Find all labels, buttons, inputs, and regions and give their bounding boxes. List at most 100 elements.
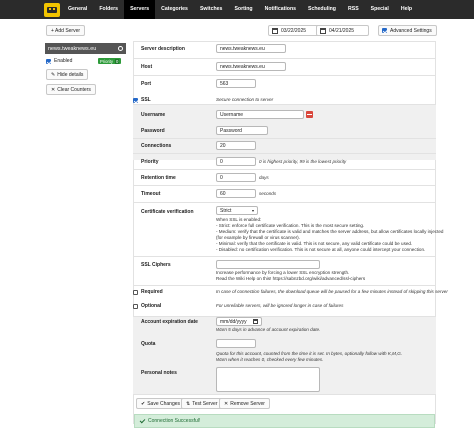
nav-scheduling[interactable]: Scheduling [302,0,342,19]
optional-row: Optional [133,303,161,309]
required-hint: In case of connection failures, the down… [216,289,448,294]
cert-verification-select[interactable]: Strict ▾ [216,206,258,215]
advanced-settings-checkbox[interactable] [382,28,387,33]
nav-switches[interactable]: Switches [194,0,229,19]
row-divider [133,138,436,139]
optional-hint: For unreliable servers, will be ignored … [216,303,344,308]
priority-hint: 0 is highest priority, 99 is the lowest … [259,159,347,164]
enabled-label: Enabled [54,58,73,64]
nav-general[interactable]: General [62,0,93,19]
optional-checkbox[interactable] [133,303,138,309]
save-changes-button[interactable]: ✔ Save Changes [136,398,186,409]
hide-details-label: Hide details [57,71,84,78]
required-row: Required [133,289,163,295]
cert-verification-value: Strict [220,207,232,214]
advanced-settings-toggle[interactable]: Advanced Settings [378,25,437,36]
password-input[interactable]: Password [216,126,268,135]
enabled-row: Enabled [46,58,72,64]
ssl-ciphers-input[interactable] [216,260,320,269]
row-divider [133,394,436,395]
top-navigation: General Folders Servers Categories Switc… [0,0,474,19]
nav-sorting[interactable]: Sorting [228,0,258,19]
server-description-input[interactable]: news.tweaknews.eu [216,44,286,53]
check-icon [140,419,145,424]
required-label: Required [141,289,163,295]
power-toggle-icon[interactable] [118,46,123,51]
priority-label: Priority [141,159,159,165]
password-label: Password [141,128,165,134]
connection-status-message: Connection Successful! [148,418,201,424]
remove-server-button[interactable]: ✕ Remove Server [219,398,270,409]
save-changes-label: Save Changes [147,400,181,407]
quota-label: Quota [141,341,156,347]
sabnzbd-logo-icon[interactable] [44,2,60,17]
priority-badge-label: Priority [100,58,114,64]
expiration-date-placeholder: mm/dd/yyyy [220,318,247,325]
ssl-ciphers-hint-line-2[interactable]: Read the Wiki Help on this! https://sabn… [216,276,365,282]
quota-hint-line-2: Warn when it reaches 0, checked every fe… [216,357,324,362]
username-label: Username [141,112,166,118]
connections-label: Connections [141,143,172,149]
expiration-date-input[interactable]: mm/dd/yyyy [216,317,262,326]
row-divider [133,256,436,257]
retention-input[interactable]: 0 [216,173,256,182]
row-divider [133,185,436,186]
date-from-value: 03/22/2025 [281,27,307,34]
row-divider [133,202,436,203]
pencil-icon: ✎ [51,71,56,78]
ssl-label: SSL [141,97,151,103]
sort-icon: ⇅ [186,400,191,407]
optional-label: Optional [141,303,162,309]
nav-servers[interactable]: Servers [124,0,156,19]
calendar-icon [253,319,258,324]
calendar-icon [320,27,326,34]
advanced-settings-label: Advanced Settings [390,27,432,34]
close-icon: ✕ [51,86,56,93]
nav-help[interactable]: Help [395,0,418,19]
priority-badge-value: 0 [115,58,120,64]
hide-details-button[interactable]: ✎ Hide details [46,69,89,80]
nav-folders[interactable]: Folders [93,0,124,19]
clear-counters-label: Clear Counters [57,86,91,93]
retention-label: Retention time [141,175,176,181]
connections-input[interactable]: 20 [216,141,256,150]
ssl-checkbox[interactable] [133,97,138,103]
date-from-input[interactable]: 03/22/2025 [268,25,320,36]
priority-input[interactable]: 0 [216,157,256,166]
server-name: news.tweaknews.eu [48,45,97,52]
remove-server-label: Remove Server [230,400,265,407]
timeout-input[interactable]: 60 [216,189,256,198]
quota-input[interactable] [216,339,256,348]
check-icon: ✔ [141,400,146,407]
retention-hint: days [259,175,269,180]
password-manager-icon[interactable] [306,111,313,118]
cert-hint-line-6: - Disabled: no certification verificatio… [216,247,426,252]
nav-rss[interactable]: RSS [342,0,365,19]
chevron-down-icon: ▾ [251,208,254,213]
test-server-button[interactable]: ⇅ Test Server [181,398,223,409]
port-input[interactable]: 563 [216,79,256,88]
connection-status-alert: Connection Successful! [134,414,435,428]
server-name-header[interactable]: news.tweaknews.eu [45,43,126,54]
nav-special[interactable]: Special [365,0,395,19]
test-server-label: Test Server [192,400,218,407]
nav-notifications[interactable]: Notifications [259,0,302,19]
personal-notes-label: Personal notes [141,370,177,376]
row-divider [133,285,436,286]
required-checkbox[interactable] [133,289,138,295]
personal-notes-textarea[interactable] [216,367,320,392]
clear-counters-button[interactable]: ✕ Clear Counters [46,84,96,95]
server-description-label: Server description [141,46,185,52]
add-server-button[interactable]: + Add Server [46,25,86,36]
priority-badge: Priority 0 [98,58,122,64]
row-divider [133,153,436,154]
timeout-label: Timeout [141,191,161,197]
date-to-input[interactable]: 04/21/2025 [316,25,369,36]
username-input[interactable]: Username [216,110,304,119]
nav-categories[interactable]: Categories [155,0,194,19]
row-divider [133,75,436,76]
enabled-checkbox[interactable] [46,58,51,64]
host-input[interactable]: news.tweaknews.eu [216,62,286,71]
expiration-hint: Warn 5 days in advance of account expira… [216,327,321,332]
ssl-hint: Secure connection to server [216,97,274,102]
